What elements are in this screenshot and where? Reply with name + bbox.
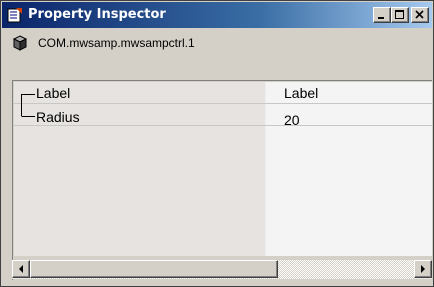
horizontal-scrollbar[interactable]	[12, 260, 432, 279]
scroll-left-button[interactable]	[12, 260, 30, 278]
close-button[interactable]	[411, 7, 429, 23]
minimize-button[interactable]	[373, 7, 391, 23]
scrollbar-thumb[interactable]	[30, 260, 278, 278]
property-inspector-icon	[7, 7, 23, 23]
cube-icon	[12, 35, 28, 51]
property-row-label[interactable]	[14, 82, 432, 104]
object-name: COM.mwsamp.mwsampctrl.1	[38, 36, 195, 50]
property-value[interactable]: 20	[284, 112, 300, 128]
row-divider	[14, 125, 432, 126]
object-header: COM.mwsamp.mwsampctrl.1	[2, 29, 432, 57]
window-title: Property Inspector	[28, 7, 166, 22]
property-value[interactable]: Label	[284, 85, 318, 101]
tree-connector	[21, 94, 35, 117]
title-bar[interactable]: Property Inspector	[2, 2, 432, 28]
maximize-button[interactable]	[391, 7, 409, 23]
scroll-right-button[interactable]	[414, 260, 432, 278]
